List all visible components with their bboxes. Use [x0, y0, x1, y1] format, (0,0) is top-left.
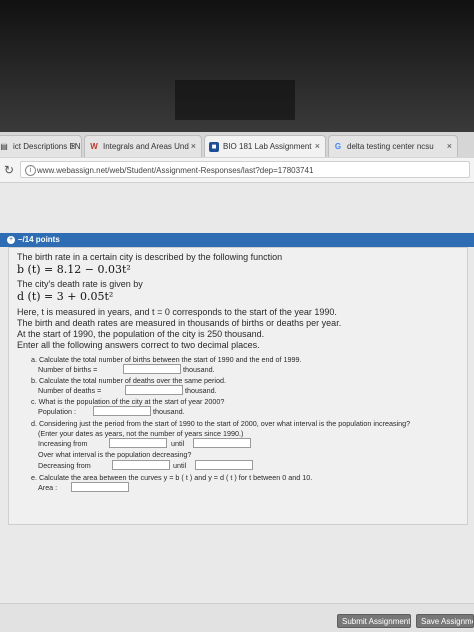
points-label: –/14 points	[18, 235, 60, 244]
close-icon[interactable]: ×	[71, 141, 76, 151]
decreasing-prompt: Over what interval is the population dec…	[38, 450, 192, 459]
part-b-prompt: b. Calculate the total number of deaths …	[31, 376, 226, 385]
birth-rate-equation: b (t) = 8.12 − 0.03t²	[17, 263, 131, 276]
decreasing-until-input[interactable]	[195, 460, 253, 470]
google-icon: G	[334, 142, 342, 151]
until-label: until	[171, 439, 185, 448]
tab-label: delta testing center ncsu	[347, 142, 434, 151]
url-field[interactable]: i www.webassign.net/web/Student/Assignme…	[20, 161, 470, 178]
deaths-label: Number of deaths =	[38, 386, 102, 395]
deaths-input[interactable]	[125, 385, 183, 395]
births-label: Number of births =	[38, 365, 98, 374]
tab-integrals[interactable]: W Integrals and Areas Und ×	[84, 135, 202, 157]
page-content: + –/14 points The birth rate in a certai…	[0, 183, 474, 632]
deaths-unit: thousand.	[185, 386, 217, 395]
close-icon[interactable]: ×	[191, 141, 196, 151]
submit-assignment-button[interactable]: Submit Assignment	[337, 614, 411, 628]
population-unit: thousand.	[153, 407, 185, 416]
blackboard-icon: ■	[209, 142, 219, 152]
document-icon: ▤	[0, 142, 8, 151]
part-e-prompt: e. Calculate the area between the curves…	[31, 473, 313, 482]
decreasing-from-input[interactable]	[112, 460, 170, 470]
bezel-reflection	[175, 80, 295, 120]
description-line: Here, t is measured in years, and t = 0 …	[17, 307, 337, 317]
question-intro: The birth rate in a certain city is desc…	[17, 252, 283, 262]
plus-icon[interactable]: +	[7, 236, 15, 244]
tab-bar: ▤ ict Descriptions EN × W Integrals and …	[0, 132, 474, 159]
reload-icon[interactable]: ↻	[4, 163, 14, 177]
save-assignment-button[interactable]: Save Assignment	[416, 614, 474, 628]
address-bar: ↻ i www.webassign.net/web/Student/Assign…	[0, 158, 474, 183]
webassign-icon: W	[90, 142, 98, 151]
increasing-from-label: Increasing from	[38, 439, 88, 448]
part-d-prompt: d. Considering just the period from the …	[31, 419, 411, 428]
tab-delta-testing[interactable]: G delta testing center ncsu ×	[328, 135, 458, 157]
until-label: until	[173, 461, 187, 470]
increasing-until-input[interactable]	[193, 438, 251, 448]
population-input[interactable]	[93, 406, 151, 416]
close-icon[interactable]: ×	[315, 141, 320, 151]
death-rate-intro: The city's death rate is given by	[17, 279, 143, 289]
tab-bio181[interactable]: ■ BIO 181 Lab Assignment ×	[204, 135, 326, 157]
description-line: Enter all the following answers correct …	[17, 340, 260, 350]
births-input[interactable]	[123, 364, 181, 374]
url-text: www.webassign.net/web/Student/Assignment…	[37, 166, 314, 175]
increasing-from-input[interactable]	[109, 438, 167, 448]
question-panel: The birth rate in a certain city is desc…	[8, 247, 468, 525]
part-a-prompt: a. Calculate the total number of births …	[31, 355, 302, 364]
tab-label: BIO 181 Lab Assignment	[223, 142, 312, 151]
decreasing-from-label: Decreasing from	[38, 461, 91, 470]
question-header: + –/14 points	[0, 233, 474, 247]
info-icon[interactable]: i	[25, 165, 36, 176]
browser-window: ▤ ict Descriptions EN × W Integrals and …	[0, 132, 474, 632]
tab-descriptions[interactable]: ▤ ict Descriptions EN ×	[0, 135, 82, 157]
part-c-prompt: c. What is the population of the city at…	[31, 397, 225, 406]
description-line: The birth and death rates are measured i…	[17, 318, 342, 328]
assignment-footer: Submit Assignment Save Assignment	[0, 603, 474, 632]
part-d-hint: (Enter your dates as years, not the numb…	[38, 429, 244, 438]
births-unit: thousand.	[183, 365, 215, 374]
population-label: Population :	[38, 407, 76, 416]
description-line: At the start of 1990, the population of …	[17, 329, 265, 339]
area-input[interactable]	[71, 482, 129, 492]
tab-label: Integrals and Areas Und	[103, 142, 189, 151]
close-icon[interactable]: ×	[447, 141, 452, 151]
death-rate-equation: d (t) = 3 + 0.05t²	[17, 290, 114, 303]
area-label: Area :	[38, 483, 58, 492]
